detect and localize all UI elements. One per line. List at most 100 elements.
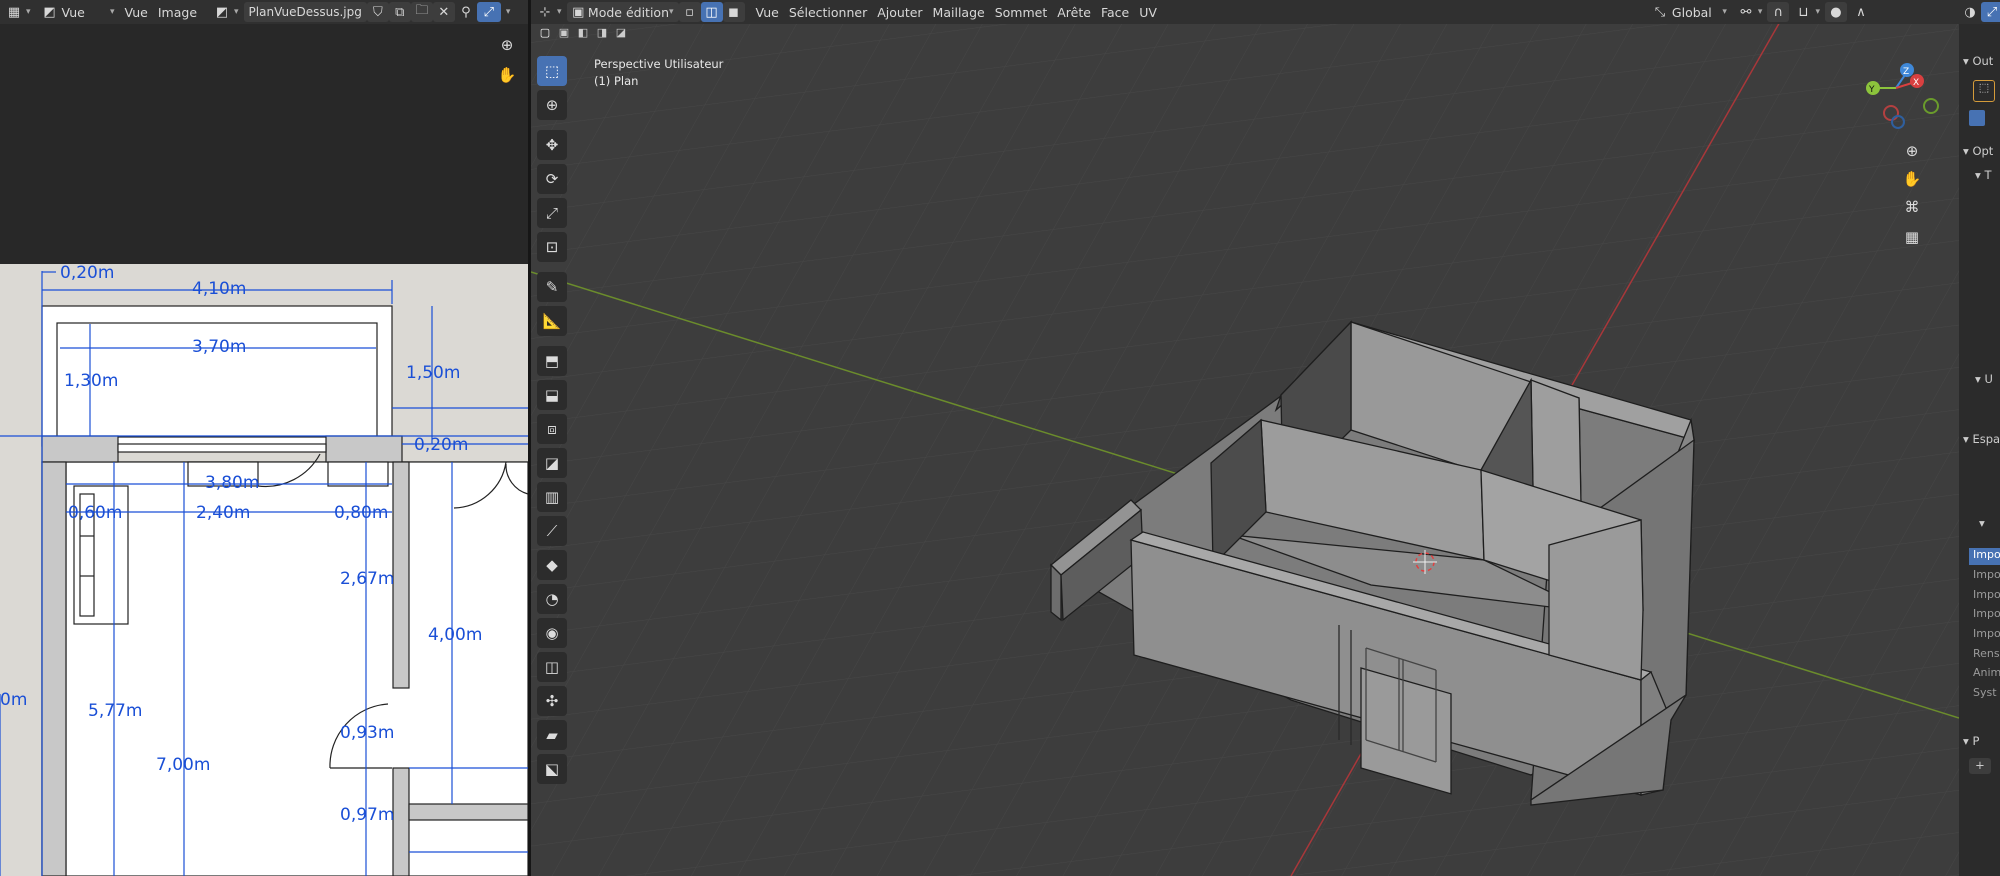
perspective-grid-icon[interactable]: ▦ [1899,224,1925,250]
xray-toggle[interactable]: ⤢ [1981,2,2000,22]
dim-label: 1,50m [406,363,460,383]
section-units[interactable]: ▾ U [1975,372,1993,386]
snap-toggle[interactable]: ∩ [1767,2,1790,22]
menu-sommet[interactable]: Sommet [990,2,1053,22]
dim-label: 0,20m [60,264,114,283]
select-extend-button[interactable]: ▣ [556,26,572,42]
smooth-tool[interactable]: ◉ [537,618,567,648]
zoom-icon[interactable]: ⊕ [494,32,520,58]
select-subtract-button[interactable]: ◧ [575,26,591,42]
vertex-select-icon: ▫ [685,4,694,20]
list-item[interactable]: Impo [1969,588,2000,605]
section-transform[interactable]: ▾ T [1975,168,1991,182]
open-image-button[interactable]: 🗀 [410,2,433,22]
list-item[interactable]: Anim [1969,666,2000,683]
select-box-tool[interactable]: ⬚ [537,56,567,86]
collapse-icon[interactable]: ▾ [1979,516,1985,530]
snap-dropdown[interactable]: ⊔ ▾ [1789,2,1825,22]
shrink-fatten-tool[interactable]: ✣ [537,686,567,716]
fake-user-button[interactable]: ⛉ [366,2,389,22]
select-intersect-button[interactable]: ◪ [613,26,629,42]
vertex-select-button[interactable]: ▫ [678,2,701,22]
mode-label: Mode édition [587,4,669,20]
shield-icon: ⛉ [372,4,383,20]
annotate-tool[interactable]: ✎ [537,272,567,302]
add-cube-tool[interactable]: ⬒ [537,346,567,376]
list-item[interactable]: Syst [1969,686,2000,703]
edit-mode-icon: ▣ [572,4,585,20]
pin-button[interactable]: ⚲ [455,2,477,22]
gizmo-dropdown[interactable]: ▾ [501,2,513,22]
face-select-button[interactable]: ◼ [722,2,745,22]
menu-uv[interactable]: UV [1134,2,1162,22]
camera-icon[interactable]: ⌘ [1899,194,1925,220]
pivot-dropdown[interactable]: ⚯ ▾ [1732,2,1768,22]
spin-tool[interactable]: ◔ [537,584,567,614]
dim-label: 0m [0,690,27,710]
list-item[interactable]: Impo [1969,607,2000,624]
pan-hand-icon[interactable]: ✋ [1899,166,1925,192]
list-item[interactable]: Impo [1969,568,2000,585]
measure-tool[interactable]: 📐 [537,306,567,336]
section-space[interactable]: ▾ Espa [1963,432,2000,446]
scale-tool[interactable]: ⤢ [537,198,567,228]
menu-arete[interactable]: Arête [1052,2,1096,22]
menu-maillage[interactable]: Maillage [928,2,990,22]
viewport-editor-type-button[interactable]: ⊹ ▾ [531,2,567,22]
gizmo-toggle-button[interactable]: ⤢ [476,2,501,22]
section-outliner[interactable]: ▾ Out [1963,54,1993,68]
menu-face[interactable]: Face [1096,2,1134,22]
proportional-edit-toggle[interactable]: ● [1824,2,1847,22]
transform-tool[interactable]: ⊡ [537,232,567,262]
rotate-tool[interactable]: ⟳ [537,164,567,194]
rip-tool[interactable]: ⬕ [537,754,567,784]
mode-icon[interactable] [1969,110,1985,126]
zoom-icon[interactable]: ⊕ [1899,138,1925,164]
add-button[interactable]: + [1969,758,1991,774]
editor-type-button[interactable]: ▦ ▾ [0,2,36,22]
edge-slide-tool[interactable]: ◫ [537,652,567,682]
edge-select-button[interactable]: ◫ [700,2,723,22]
list-item[interactable]: Impo [1969,548,2000,565]
mode-dropdown[interactable]: ▣ Mode édition ▾ [566,2,679,22]
move-tool[interactable]: ✥ [537,130,567,160]
image-browse-button[interactable]: ◩ ▾ [208,2,244,22]
transform-orientation-dropdown[interactable]: ⤡ Global ▾ [1646,2,1732,22]
gizmo-x-label: X [1913,78,1919,88]
section-bottom[interactable]: ▾ P [1963,734,1979,748]
unlink-image-button[interactable]: ✕ [432,2,455,22]
select-tool-icon[interactable]: ⬚ [1973,80,1995,102]
list-item[interactable]: Rens [1969,647,2000,664]
section-options[interactable]: ▾ Opt [1963,144,1993,158]
cursor-tool[interactable]: ⊕ [537,90,567,120]
image-name-field[interactable]: PlanVueDessus.jpg [243,2,367,22]
menu-vue[interactable]: Vue [120,2,153,22]
knife-tool[interactable]: ⟋ [537,516,567,546]
viewport-header: ⊹ ▾ ▣ Mode édition ▾ ▫ ◫ ◼ Vue Sélectionner… [531,0,1959,24]
menu-vue[interactable]: Vue [751,2,784,22]
loop-cut-tool[interactable]: ▥ [537,482,567,512]
smooth-icon: ◉ [545,624,559,642]
list-item[interactable]: Impo [1969,627,2000,644]
inset-tool[interactable]: ⧈ [537,414,567,444]
gizmo-y-label: Y [1868,85,1875,95]
poly-build-tool[interactable]: ◆ [537,550,567,580]
gizmo-icon: ⤢ [483,4,495,20]
falloff-dropdown[interactable]: ∧ [1847,2,1875,22]
select-invert-button[interactable]: ◨ [594,26,610,42]
shear-tool[interactable]: ▰ [537,720,567,750]
menu-selectionner[interactable]: Sélectionner [784,2,872,22]
image-editor-icon: ▦ [7,4,21,20]
pan-hand-icon[interactable]: ✋ [494,62,520,88]
3d-viewport[interactable]: Z X Y ⊹ ▾ ▣ Mode édition ▾ ▫ ◫ ◼ Vue Sélect… [531,0,1959,876]
select-new-button[interactable]: ▢ [537,26,553,42]
menu-image[interactable]: Image [153,2,202,22]
extrude-tool[interactable]: ⬓ [537,380,567,410]
duplicate-image-button[interactable]: ⧉ [388,2,411,22]
bevel-tool[interactable]: ◪ [537,448,567,478]
view-mode-dropdown[interactable]: ◩ Vue ▾ [36,2,120,22]
overlay-toggle[interactable]: ◑ [1959,2,1981,22]
menu-ajouter[interactable]: Ajouter [872,2,927,22]
dim-label: 0,97m [340,805,394,825]
edge-slide-icon: ◫ [544,658,560,676]
